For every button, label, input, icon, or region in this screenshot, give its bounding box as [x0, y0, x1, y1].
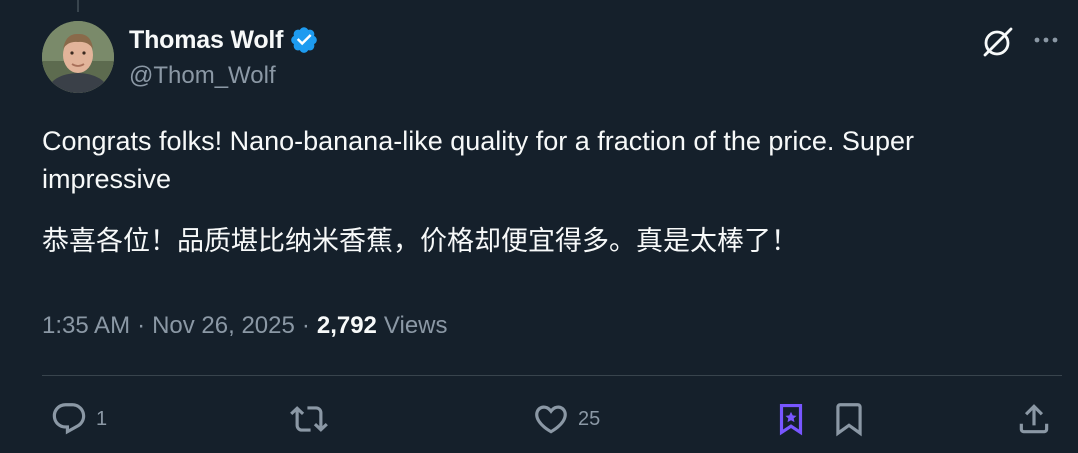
like-count: 25	[578, 407, 601, 430]
views-count[interactable]: 2,792	[317, 312, 377, 340]
meta-separator: ·	[301, 312, 310, 339]
views-label: Views	[383, 312, 448, 339]
reply-icon	[52, 403, 86, 435]
share-icon	[1019, 404, 1049, 434]
grok-bookmark-button[interactable]	[772, 398, 810, 440]
thread-connector-line	[77, 0, 79, 12]
avatar[interactable]	[42, 21, 114, 93]
repost-icon	[290, 406, 328, 432]
post-time[interactable]: 1:35 AM	[42, 312, 130, 340]
post-text-chinese: 恭喜各位！品质堪比纳米香蕉，价格却便宜得多。真是太棒了！	[42, 226, 798, 256]
author-name-row: Thomas Wolf	[129, 22, 319, 58]
verified-badge-icon[interactable]	[289, 25, 319, 55]
grok-icon[interactable]	[980, 24, 1016, 60]
like-button[interactable]: 25	[532, 398, 600, 440]
author-display-name[interactable]: Thomas Wolf	[129, 26, 283, 55]
post-text-english: Congrats folks! Nano-banana-like quality…	[42, 126, 914, 194]
grok-bookmark-icon	[779, 403, 803, 436]
bookmark-button[interactable]	[830, 398, 868, 440]
tweet-detail: Thomas Wolf @Thom_Wolf Congrats folks! N…	[0, 0, 1078, 453]
repost-button[interactable]	[290, 398, 336, 440]
reply-count: 1	[96, 407, 108, 430]
reply-button[interactable]: 1	[50, 398, 107, 440]
post-meta: 1:35 AM · Nov 26, 2025 · 2,792 Views	[42, 308, 448, 344]
author-handle[interactable]: @Thom_Wolf	[129, 62, 276, 90]
more-dots-icon[interactable]	[1030, 26, 1062, 58]
post-date[interactable]: Nov 26, 2025	[152, 312, 295, 340]
bookmark-icon	[836, 403, 862, 437]
heart-icon	[535, 405, 567, 434]
share-button[interactable]	[1015, 398, 1053, 440]
divider	[42, 375, 1062, 376]
meta-separator: ·	[137, 312, 146, 339]
